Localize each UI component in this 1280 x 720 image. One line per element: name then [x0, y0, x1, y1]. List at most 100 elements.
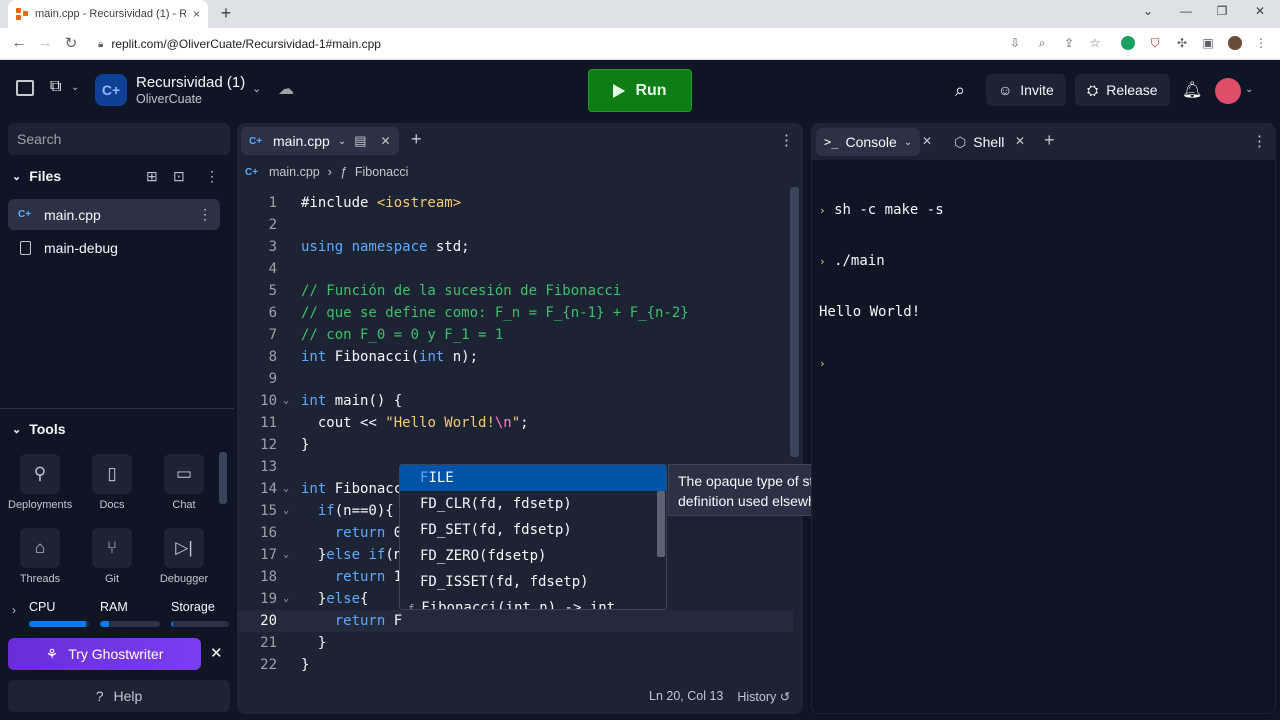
tool-debugger[interactable]: ▷| Debugger [152, 528, 216, 585]
console-output[interactable]: › sh -c make -s › ./main Hello World! › [819, 168, 944, 406]
install-app-icon[interactable]: ⇩ [1008, 36, 1022, 50]
tool-chat[interactable]: ▭ Chat [152, 454, 216, 511]
new-folder-icon[interactable]: ⊡ [173, 168, 185, 185]
autocomplete-scrollbar[interactable] [657, 491, 665, 557]
tool-threads[interactable]: ⌂ Threads [8, 528, 72, 585]
side-panel-icon[interactable]: ▣ [1201, 36, 1215, 50]
tool-label: Threads [19, 573, 61, 585]
tool-git[interactable]: ⑂ Git [80, 528, 144, 585]
tool-label: Docs [99, 499, 125, 511]
autocomplete-item[interactable]: FILE [400, 465, 666, 491]
repl-name[interactable]: Recursividad (1) [136, 74, 245, 91]
invite-button[interactable]: ☺︎ Invite [986, 74, 1066, 106]
close-console-tab-icon[interactable]: ✕ [922, 134, 932, 148]
breadcrumb-file[interactable]: main.cpp [269, 165, 320, 179]
repl-menu-chevron-icon[interactable]: ⌄ [252, 82, 261, 95]
new-tab-button[interactable]: + [216, 3, 236, 24]
url-field[interactable]: 🔒︎ replit.com/@OliverCuate/Recursividad-… [92, 31, 1112, 57]
lock-icon: 🔒︎ [98, 38, 104, 50]
autocomplete-item[interactable]: FD_ISSET(fd, fdsetp) [400, 569, 666, 595]
pane-menu-icon[interactable]: ⋮ [1252, 132, 1267, 150]
autocomplete-item[interactable]: FD_SET(fd, fdsetp) [400, 517, 666, 543]
chevron-right-icon[interactable]: › [12, 603, 16, 617]
dismiss-ghostwriter-icon[interactable]: ✕ [210, 644, 223, 662]
bell-icon[interactable]: 🔔︎ [1182, 80, 1202, 100]
tab-console[interactable]: >_ Console ⌄ [816, 128, 921, 156]
tab-label: main.cpp [273, 133, 330, 149]
extension-shield-icon[interactable]: ⛉ [1148, 36, 1162, 50]
sidebar-toggle-icon[interactable] [16, 80, 34, 96]
files-section-header[interactable]: ⌄ Files [12, 168, 61, 184]
repl-owner[interactable]: OliverCuate [136, 92, 202, 106]
code-line: 10 ⌄ int main() { [260, 393, 403, 409]
extension-grammarly-icon[interactable] [1121, 36, 1135, 50]
user-avatar[interactable] [1215, 78, 1241, 104]
tool-deployments[interactable]: ⚲ Deployments [8, 454, 72, 511]
autocomplete-item-label: FD_SET(fd, fdsetp) [420, 522, 572, 538]
help-button[interactable]: ? Help [8, 680, 230, 712]
close-shell-tab-icon[interactable]: ✕ [1015, 134, 1025, 148]
chevron-down-icon[interactable]: ⌄ [338, 136, 346, 147]
autocomplete-popup: FILE FD_CLR(fd, fdsetp) FD_SET(fd, fdset… [399, 464, 667, 610]
console-command: ./main [834, 253, 885, 269]
forward-icon[interactable]: → [36, 34, 54, 51]
share-icon[interactable]: ⇪ [1062, 36, 1076, 50]
browser-menu-icon[interactable]: ⋮ [1254, 36, 1268, 50]
bookmark-star-icon[interactable]: ☆ [1088, 36, 1102, 50]
back-icon[interactable]: ← [10, 34, 28, 51]
markdown-preview-icon[interactable]: ▤ [354, 133, 366, 149]
window-close-icon[interactable]: ✕ [1250, 4, 1270, 18]
tools-heading: Tools [29, 421, 66, 437]
cpu-usage-bar [29, 621, 89, 627]
replit-logo-icon[interactable]: ⧉ [50, 78, 61, 96]
file-menu-icon[interactable]: ⋮ [198, 206, 212, 223]
search-input[interactable]: Search [8, 123, 230, 155]
chevron-down-icon[interactable]: ⌄ [71, 82, 79, 93]
tab-main-cpp[interactable]: C+ main.cpp ⌄ ▤ ✕ [241, 127, 399, 155]
search-icon[interactable]: ⌕ [955, 80, 965, 101]
extensions-puzzle-icon[interactable]: ✣ [1175, 36, 1189, 50]
zoom-icon[interactable]: ⌕ [1035, 36, 1049, 50]
new-file-icon[interactable]: ⊞ [146, 168, 158, 185]
maximize-icon[interactable]: ❐ [1212, 4, 1232, 18]
profile-avatar[interactable] [1228, 36, 1242, 50]
function-icon: ƒ [339, 165, 347, 179]
autocomplete-item[interactable]: ƒ Fibonacci(int n) -> int [400, 595, 666, 609]
code-line: 6// que se define como: F_n = F_{n-1} + … [268, 305, 689, 321]
minimize-icon[interactable]: — [1176, 4, 1196, 18]
tool-docs[interactable]: ▯ Docs [80, 454, 144, 511]
file-item-main-debug[interactable]: main-debug [8, 232, 220, 263]
terminal-icon: >_ [824, 135, 839, 149]
replit-header: ⧉ ⌄ C+ Recursividad (1) OliverCuate ⌄ ☁︎… [0, 60, 1280, 122]
file-item-main-cpp[interactable]: C+ main.cpp ⋮ [8, 199, 220, 230]
breadcrumb: C+ main.cpp › ƒ Fibonacci [245, 165, 408, 179]
add-tab-icon[interactable]: + [1044, 130, 1055, 151]
autocomplete-item[interactable]: FD_CLR(fd, fdsetp) [400, 491, 666, 517]
editor-pane: C+ main.cpp ⌄ ▤ ✕ + ⋮ C+ main.cpp › ƒ Fi… [237, 123, 803, 714]
browser-tab[interactable]: main.cpp - Recursividad (1) - Rep × [8, 0, 208, 28]
chevron-down-icon[interactable]: ⌄ [904, 137, 912, 148]
add-tab-icon[interactable]: + [411, 129, 422, 150]
pane-menu-icon[interactable]: ⋮ [779, 131, 794, 149]
editor-scrollbar[interactable] [790, 187, 799, 457]
close-tab-icon[interactable]: ✕ [381, 134, 391, 148]
browser-tab-strip: main.cpp - Recursividad (1) - Rep × + ⌄ … [0, 0, 1280, 28]
account-chevron-icon[interactable]: ⌄ [1245, 84, 1253, 95]
release-button[interactable]: ⛭ Release [1075, 74, 1170, 106]
run-button[interactable]: Run [588, 69, 692, 112]
cpu-usage-fill [29, 621, 86, 627]
close-tab-icon[interactable]: × [193, 7, 200, 21]
history-button[interactable]: History ↺ [737, 689, 790, 704]
try-ghostwriter-button[interactable]: ⚘ Try Ghostwriter [8, 638, 201, 670]
reload-icon[interactable]: ↻ [62, 34, 80, 52]
tools-section-header[interactable]: ⌄ Tools [12, 421, 66, 437]
editor-status-bar: Ln 20, Col 13 History ↺ [649, 689, 790, 704]
tab-shell[interactable]: ⬡ Shell [946, 128, 1012, 156]
sidebar-scrollbar[interactable] [219, 452, 227, 504]
file-icon [20, 240, 31, 255]
autocomplete-item[interactable]: FD_ZERO(fdsetp) [400, 543, 666, 569]
console-line: › ./main [819, 253, 944, 270]
breadcrumb-symbol[interactable]: Fibonacci [355, 165, 409, 179]
files-menu-icon[interactable]: ⋮ [205, 168, 219, 185]
tab-search-icon[interactable]: ⌄ [1138, 4, 1158, 18]
